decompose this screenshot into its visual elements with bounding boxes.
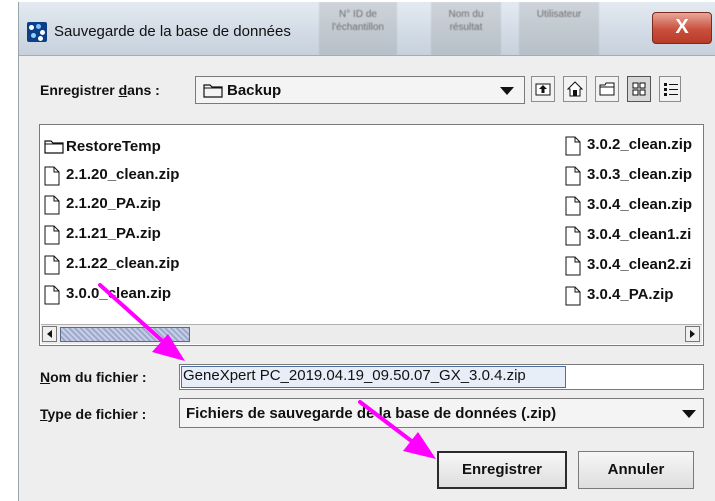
background-column-header: Nom du résultat	[431, 2, 501, 55]
file-list[interactable]: RestoreTemp 2.1.20_clean.zip 2.1.20_PA.z…	[39, 124, 704, 346]
list-view-icon	[632, 82, 646, 96]
file-name-value: GeneXpert PC_2019.04.19_09.50.07_GX_3.0.…	[183, 367, 526, 384]
title-bar[interactable]: N° ID de l'échantillon Nom du résultat U…	[19, 2, 715, 56]
scrollbar-thumb[interactable]	[60, 327, 190, 342]
scroll-left-button[interactable]	[42, 326, 57, 342]
new-folder-icon	[599, 82, 615, 96]
horizontal-scrollbar[interactable]	[41, 324, 702, 344]
file-icon	[44, 255, 60, 275]
file-type-dropdown[interactable]: Fichiers de sauvegarde de la base de don…	[179, 398, 704, 428]
file-name-label: Nom du fichier :	[40, 369, 147, 385]
arrow-left-icon	[47, 330, 52, 338]
new-folder-button[interactable]	[595, 76, 619, 102]
file-icon	[44, 166, 60, 186]
save-in-value: Backup	[227, 82, 282, 99]
file-name-field[interactable]: GeneXpert PC_2019.04.19_09.50.07_GX_3.0.…	[179, 364, 704, 390]
file-icon	[565, 136, 581, 156]
file-icon	[565, 256, 581, 276]
chevron-down-icon	[500, 87, 514, 95]
save-in-dropdown[interactable]: Backup	[195, 76, 525, 104]
details-view-icon	[664, 83, 678, 96]
details-view-button[interactable]	[659, 76, 681, 102]
file-icon	[44, 195, 60, 215]
arrow-right-icon	[690, 330, 695, 338]
app-logo-icon	[27, 22, 47, 42]
file-icon	[565, 286, 581, 306]
home-button[interactable]	[563, 76, 587, 102]
folder-icon	[203, 84, 223, 98]
save-in-label: Enregistrer dans :	[40, 82, 160, 98]
cancel-button[interactable]: Annuler	[578, 451, 694, 489]
scroll-right-button[interactable]	[685, 326, 700, 342]
background-column-header: Utilisateur	[519, 2, 599, 55]
file-icon	[44, 225, 60, 245]
file-icon	[565, 226, 581, 246]
list-view-button[interactable]	[627, 76, 651, 102]
save-dialog: N° ID de l'échantillon Nom du résultat U…	[18, 2, 715, 501]
save-button[interactable]: Enregistrer	[437, 451, 567, 489]
home-icon	[567, 81, 583, 97]
close-icon: X	[675, 16, 689, 38]
window-title: Sauvegarde de la base de données	[54, 23, 291, 40]
chevron-down-icon	[682, 410, 696, 418]
file-icon	[44, 285, 60, 305]
background-column-header: N° ID de l'échantillon	[319, 2, 397, 55]
close-button[interactable]: X	[652, 12, 712, 44]
folder-icon	[44, 140, 64, 154]
file-type-label: Type de fichier :	[40, 406, 147, 422]
file-type-value: Fichiers de sauvegarde de la base de don…	[186, 405, 557, 422]
up-one-level-button[interactable]	[531, 76, 555, 102]
up-one-level-icon	[535, 83, 551, 96]
file-icon	[565, 196, 581, 216]
file-icon	[565, 166, 581, 186]
